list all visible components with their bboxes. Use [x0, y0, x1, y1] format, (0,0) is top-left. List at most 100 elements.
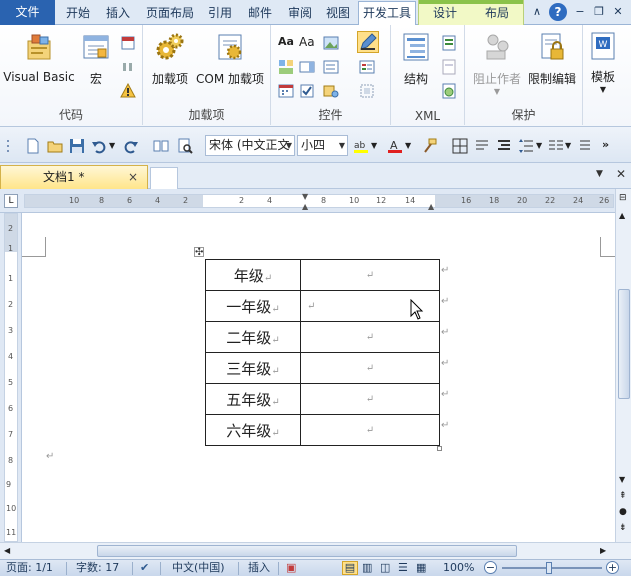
- scroll-down-icon[interactable]: ▼: [619, 475, 625, 484]
- zoom-level[interactable]: 100%: [443, 560, 474, 576]
- document-page[interactable]: ✣ 年级↵ ↵ 一年级↵ ↵ 二年级↵ ↵ 三年级↵ ↵ 五年级↵ ↵ 六年级↵…: [22, 213, 615, 542]
- zoom-slider-thumb[interactable]: [546, 562, 552, 574]
- zoom-in-icon[interactable]: +: [606, 561, 619, 574]
- read-mode-icon[interactable]: [153, 138, 169, 154]
- open-folder-icon[interactable]: [47, 138, 63, 154]
- macro-security-icon[interactable]: [120, 83, 136, 99]
- align-icon[interactable]: [496, 138, 512, 154]
- view-ruler-toggle-icon[interactable]: ⊟: [619, 193, 627, 203]
- proofing-icon[interactable]: ✔: [140, 560, 149, 576]
- toolbar-overflow-icon[interactable]: »: [602, 138, 618, 154]
- font-color-dropdown-icon[interactable]: ▼: [405, 141, 421, 157]
- tab-list-dropdown-icon[interactable]: ▼: [596, 169, 603, 179]
- first-line-indent-marker[interactable]: ▼: [302, 192, 308, 201]
- window-minimize-icon[interactable]: −: [572, 4, 588, 20]
- scroll-right-icon[interactable]: ▶: [600, 546, 606, 555]
- print-preview-icon[interactable]: [177, 138, 193, 154]
- window-restore-icon[interactable]: ❐: [591, 4, 607, 20]
- table-cell[interactable]: 一年级↵: [205, 290, 301, 322]
- tab-layout[interactable]: 布局: [476, 2, 518, 24]
- structure-button[interactable]: 结构: [397, 31, 435, 87]
- minimize-ribbon-icon[interactable]: ∧: [529, 4, 545, 20]
- visual-basic-button[interactable]: Visual Basic: [2, 31, 76, 84]
- help-icon[interactable]: ?: [549, 3, 567, 21]
- font-size-select[interactable]: 小四 ▼: [297, 135, 348, 156]
- highlight-dropdown-icon[interactable]: ▼: [371, 141, 387, 157]
- document-tab-close-icon[interactable]: ×: [128, 166, 138, 188]
- template-button[interactable]: W 模板 ▼: [585, 31, 621, 94]
- table-cell[interactable]: ↵: [300, 352, 440, 384]
- tab-close-all-icon[interactable]: ✕: [616, 167, 626, 181]
- text-direction-icon[interactable]: [578, 138, 594, 154]
- table-cell[interactable]: ↵: [300, 414, 440, 446]
- highlight-icon[interactable]: ab: [353, 138, 369, 154]
- tab-references[interactable]: 引用: [202, 2, 238, 24]
- tab-design[interactable]: 设计: [424, 2, 466, 24]
- com-addins-button[interactable]: COM 加载项: [193, 31, 267, 87]
- macro-record-icon[interactable]: ▣: [286, 560, 296, 576]
- vertical-scroll-thumb[interactable]: [618, 289, 630, 399]
- table-cell[interactable]: ↵: [300, 383, 440, 415]
- line-spacing-icon[interactable]: [518, 138, 534, 154]
- word-count[interactable]: 字数: 17: [76, 560, 119, 576]
- zoom-out-icon[interactable]: −: [484, 561, 497, 574]
- borders-icon[interactable]: [452, 138, 468, 154]
- outline-view-icon[interactable]: ☰: [398, 560, 408, 576]
- insert-mode-status[interactable]: 插入: [248, 560, 270, 576]
- table-cell[interactable]: ↵: [300, 259, 440, 291]
- schema-icon[interactable]: [441, 35, 457, 51]
- tab-mailings[interactable]: 邮件: [242, 2, 278, 24]
- page-count[interactable]: 页面: 1/1: [6, 560, 53, 576]
- save-icon[interactable]: [69, 138, 85, 154]
- paragraph-icon[interactable]: [474, 138, 490, 154]
- tab-developer[interactable]: 开发工具: [358, 1, 416, 26]
- new-document-icon[interactable]: [25, 138, 41, 154]
- scroll-up-icon[interactable]: ▲: [619, 211, 625, 220]
- font-name-select[interactable]: 宋体 (中文正文 ▼: [205, 135, 295, 156]
- columns-icon[interactable]: [548, 138, 564, 154]
- draft-view-icon[interactable]: ▦: [416, 560, 426, 576]
- restrict-editing-button[interactable]: 限制编辑: [525, 31, 579, 87]
- expansion-pack-icon[interactable]: [441, 83, 457, 99]
- record-macro-icon[interactable]: [120, 35, 136, 51]
- grades-table[interactable]: 年级↵ ↵ 一年级↵ ↵ 二年级↵ ↵ 三年级↵ ↵ 五年级↵ ↵ 六年级↵ ↵: [205, 259, 440, 446]
- tab-view[interactable]: 视图: [320, 2, 356, 24]
- zoom-slider-track[interactable]: [502, 567, 602, 569]
- block-authors-button[interactable]: 阻止作者 ▼: [469, 31, 525, 96]
- tab-home[interactable]: 开始: [60, 2, 96, 24]
- redo-icon[interactable]: [123, 138, 139, 154]
- table-cell[interactable]: 六年级↵: [205, 414, 301, 446]
- language-status[interactable]: 中文(中国): [172, 560, 225, 576]
- addins-button[interactable]: 加载项: [147, 31, 193, 87]
- table-cell[interactable]: 二年级↵: [205, 321, 301, 353]
- design-mode-button[interactable]: [357, 31, 379, 53]
- table-cell[interactable]: ↵: [300, 321, 440, 353]
- tab-review[interactable]: 审阅: [282, 2, 318, 24]
- new-document-tab[interactable]: [150, 167, 178, 189]
- table-move-handle-icon[interactable]: ✣: [194, 247, 204, 258]
- vertical-ruler-bar[interactable]: 2 1 1 2 3 4 5 6 7 8 9 10 11: [4, 213, 18, 542]
- right-indent-marker[interactable]: ▲: [428, 202, 434, 211]
- legacy-tools-icon[interactable]: [323, 83, 339, 99]
- checkbox-control-icon[interactable]: [299, 83, 315, 99]
- ruler-bar[interactable]: 10 8 6 4 2 2 4 8 10 12 14 16 18 20 22 24…: [24, 194, 614, 208]
- date-picker-control-icon[interactable]: [278, 83, 294, 99]
- hanging-indent-marker[interactable]: ▲: [302, 202, 308, 211]
- horizontal-scrollbar[interactable]: ◀ ▶: [0, 542, 631, 559]
- rich-text-control-icon[interactable]: Aa: [278, 35, 294, 51]
- transformation-icon[interactable]: [441, 59, 457, 75]
- font-color-icon[interactable]: A: [387, 138, 403, 154]
- macros-button[interactable]: 宏: [78, 31, 114, 87]
- scroll-left-icon[interactable]: ◀: [4, 546, 10, 555]
- tab-page-layout[interactable]: 页面布局: [140, 2, 200, 24]
- table-cell[interactable]: 年级↵: [205, 259, 301, 291]
- vertical-scrollbar[interactable]: ⊟ ▲ ▼ ⇞ ● ⇟: [615, 189, 631, 542]
- document-tab[interactable]: 文档1 * ×: [0, 165, 148, 189]
- format-painter-icon[interactable]: [421, 138, 437, 154]
- previous-page-icon[interactable]: ⇞: [619, 491, 627, 501]
- combo-box-control-icon[interactable]: [299, 59, 315, 75]
- dropdown-list-control-icon[interactable]: [323, 59, 339, 75]
- building-block-icon[interactable]: [278, 59, 294, 75]
- table-resize-handle[interactable]: [437, 446, 442, 451]
- window-close-icon[interactable]: ✕: [610, 4, 626, 20]
